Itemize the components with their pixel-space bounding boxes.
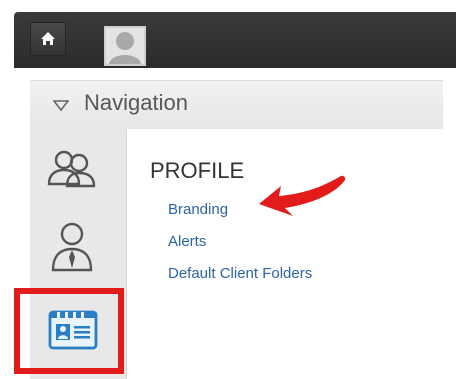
home-icon: [41, 32, 55, 45]
user-icon: [51, 222, 93, 272]
caret-down-icon: [53, 100, 69, 111]
default-client-folders-link[interactable]: Default Client Folders: [168, 265, 312, 282]
sidebar-item-users[interactable]: [46, 146, 98, 190]
user-avatar-icon: [106, 28, 144, 64]
navigation-title: Navigation: [84, 90, 188, 115]
red-arrow-annotation: [259, 175, 346, 216]
users-icon: [47, 150, 96, 188]
alerts-link[interactable]: Alerts: [168, 233, 206, 250]
sidebar-item-user[interactable]: [50, 220, 94, 272]
top-bar: [14, 12, 456, 68]
home-button[interactable]: [30, 22, 66, 56]
branding-link[interactable]: Branding: [168, 201, 228, 218]
user-avatar-button[interactable]: [104, 26, 146, 66]
profile-heading: PROFILE: [150, 158, 245, 183]
highlight-box: [14, 288, 124, 374]
navigation-header[interactable]: Navigation: [30, 80, 443, 130]
